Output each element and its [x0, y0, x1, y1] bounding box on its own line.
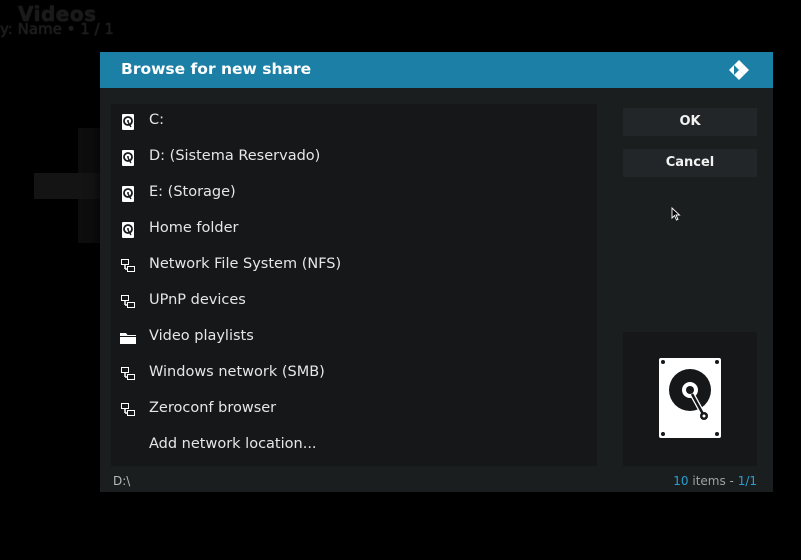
list-item-label: D: (Sistema Reservado) — [149, 148, 321, 164]
network-icon — [121, 367, 135, 380]
list-item-label: Add network location... — [149, 436, 317, 452]
hard-drive-icon — [122, 222, 134, 238]
hard-drive-icon — [659, 358, 721, 438]
list-item-label: Video playlists — [149, 328, 254, 344]
cancel-button[interactable]: Cancel — [623, 149, 757, 177]
folder-icon — [120, 333, 136, 344]
list-item-label: Windows network (SMB) — [149, 364, 325, 380]
network-icon — [121, 259, 135, 272]
kodi-logo-icon — [729, 60, 749, 80]
list-item-label: Zeroconf browser — [149, 400, 277, 416]
list-item-d-drive[interactable]: D: (Sistema Reservado) — [111, 140, 597, 176]
network-icon — [121, 295, 135, 308]
dialog-title: Browse for new share — [121, 60, 312, 78]
list-item-label: Home folder — [149, 220, 239, 236]
list-item-label: Network File System (NFS) — [149, 256, 342, 272]
list-item-e-drive[interactable]: E: (Storage) — [111, 176, 597, 212]
network-icon — [121, 403, 135, 416]
background-panel — [34, 173, 104, 199]
browse-dialog: Browse for new share C: D: (Sistema Rese… — [100, 52, 773, 492]
dialog-header: Browse for new share — [100, 52, 773, 88]
list-item-video-playlists[interactable]: Video playlists — [111, 320, 597, 356]
preview-thumbnail — [623, 332, 757, 466]
list-item-c-drive[interactable]: C: — [111, 104, 597, 140]
source-list: C: D: (Sistema Reservado) E: (Storage) H… — [111, 104, 597, 466]
list-item-smb[interactable]: Windows network (SMB) — [111, 356, 597, 392]
hard-drive-icon — [122, 186, 134, 202]
list-item-upnp[interactable]: UPnP devices — [111, 284, 597, 320]
hard-drive-icon — [122, 150, 134, 166]
current-path: D:\ — [113, 474, 131, 488]
list-item-zeroconf[interactable]: Zeroconf browser — [111, 392, 597, 428]
list-item-add-network-location[interactable]: Add network location... — [111, 428, 597, 464]
list-item-label: UPnP devices — [149, 292, 246, 308]
mouse-pointer-icon — [671, 207, 681, 221]
kodi-screen: Videos y: Name • 1 / 1 Browse for new sh… — [0, 0, 801, 560]
ok-button[interactable]: OK — [623, 108, 757, 136]
list-item-home-folder[interactable]: Home folder — [111, 212, 597, 248]
list-item-label: E: (Storage) — [149, 184, 236, 200]
item-count: 10 items - 1/1 — [673, 474, 757, 488]
hard-drive-icon — [122, 114, 134, 130]
list-item-nfs[interactable]: Network File System (NFS) — [111, 248, 597, 284]
list-item-label: C: — [149, 112, 165, 128]
page-indicator: 1/1 — [737, 474, 757, 488]
item-count-number: 10 — [673, 474, 689, 488]
item-count-label: items - — [688, 474, 738, 488]
background-sort-info: y: Name • 1 / 1 — [0, 20, 114, 38]
